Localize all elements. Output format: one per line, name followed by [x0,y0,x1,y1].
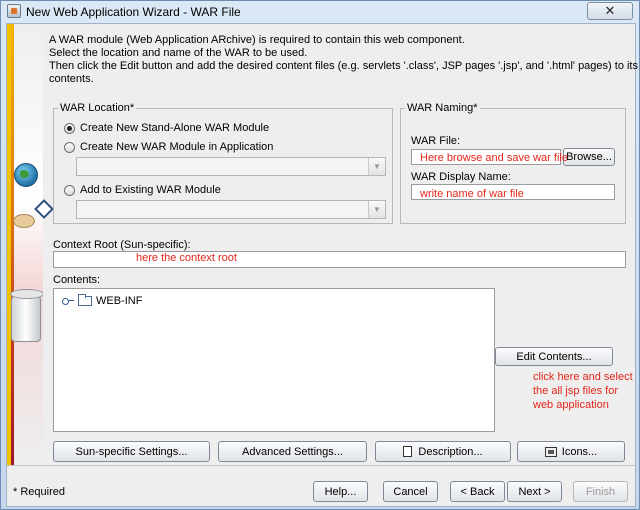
war-naming-legend: WAR Naming* [405,102,480,114]
contents-tree[interactable]: WEB-INF [53,288,495,432]
title-bar: New Web Application Wizard - WAR File ✕ [1,1,639,21]
radio-existing-label: Add to Existing WAR Module [80,184,221,196]
edit-contents-button[interactable]: Edit Contents... [495,347,613,366]
back-button-label: < Back [460,485,495,498]
wizard-description: A WAR module (Web Application ARchive) i… [49,34,638,86]
edit-contents-label: Edit Contents... [516,350,592,363]
display-name-annotation: write name of war file [420,188,524,200]
wizard-window: New Web Application Wizard - WAR File ✕ … [0,0,640,510]
wizard-app-icon [7,4,21,18]
back-button[interactable]: < Back [450,481,505,502]
radio-button-selected[interactable] [64,122,75,134]
cancel-button-label: Cancel [393,485,428,498]
chevron-down-icon[interactable]: ▼ [368,158,385,175]
art-stripe-bg [14,24,43,465]
required-note: * Required [13,486,65,498]
war-location-group: WAR Location* Create New Stand-Alone WAR… [53,102,393,224]
war-display-name-label: WAR Display Name: [411,171,511,183]
sun-specific-settings-button[interactable]: Sun-specific Settings... [53,441,210,462]
advanced-settings-label: Advanced Settings... [242,445,343,458]
footer-separator [7,465,635,466]
edit-contents-annotation-line: web application [533,399,609,411]
folder-icon [78,294,92,306]
browse-button-label: Browse... [566,151,612,163]
cancel-button[interactable]: Cancel [383,481,438,502]
window-title: New Web Application Wizard - WAR File [26,5,241,19]
edit-contents-annotation-line: click here and select [533,371,633,383]
finish-button: Finish [573,481,628,502]
context-root-annotation: here the context root [136,252,237,264]
sun-specific-settings-label: Sun-specific Settings... [75,445,188,458]
radio-button[interactable] [64,141,75,153]
icons-button[interactable]: Icons... [517,441,625,462]
application-combo[interactable]: ▼ [76,157,386,176]
edit-contents-annotation-line: the all jsp files for [533,385,618,397]
description-button[interactable]: Description... [375,441,511,462]
radio-standalone-label: Create New Stand-Alone WAR Module [80,122,270,134]
next-button-label: Next > [518,485,551,498]
leaf-art [13,214,35,228]
browse-annotation: Here browse and save war file [420,152,568,164]
next-button[interactable]: Next > [507,481,562,502]
chevron-down-icon[interactable]: ▼ [368,201,385,218]
globe-icon [14,163,38,187]
wizard-panel: A WAR module (Web Application ARchive) i… [6,23,638,507]
tree-expand-icon[interactable] [62,297,74,305]
description-button-label: Description... [418,445,483,458]
tree-node-web-inf[interactable]: WEB-INF [62,294,143,307]
description-line: Select the location and name of the WAR … [49,47,308,59]
close-icon: ✕ [604,3,616,18]
radio-button[interactable] [64,184,75,196]
existing-module-combo[interactable]: ▼ [76,200,386,219]
radio-standalone[interactable]: Create New Stand-Alone WAR Module [64,122,269,134]
war-file-label: WAR File: [411,135,461,147]
description-line: contents. [49,73,94,85]
document-icon [403,446,413,457]
help-button-label: Help... [324,485,357,498]
description-line: Then click the Edit button and add the d… [49,60,638,72]
radio-in-application[interactable]: Create New WAR Module in Application [64,141,273,153]
contents-label: Contents: [53,274,101,286]
radio-existing[interactable]: Add to Existing WAR Module [64,184,221,196]
advanced-settings-button[interactable]: Advanced Settings... [218,441,367,462]
description-line: A WAR module (Web Application ARchive) i… [49,34,465,46]
wizard-side-art [7,24,43,465]
help-button[interactable]: Help... [313,481,368,502]
finish-button-label: Finish [585,485,616,498]
jar-icon [10,289,43,342]
war-naming-group: WAR Naming* WAR File: Browse... WAR Disp… [400,102,626,224]
close-button[interactable]: ✕ [587,2,633,20]
browse-button[interactable]: Browse... [563,148,615,166]
context-root-label: Context Root (Sun-specific): [53,239,191,251]
war-location-legend: WAR Location* [58,102,137,114]
tree-node-label: WEB-INF [96,295,143,307]
icons-button-label: Icons... [561,445,598,458]
radio-in-application-label: Create New WAR Module in Application [80,141,274,153]
image-icon [544,446,557,457]
